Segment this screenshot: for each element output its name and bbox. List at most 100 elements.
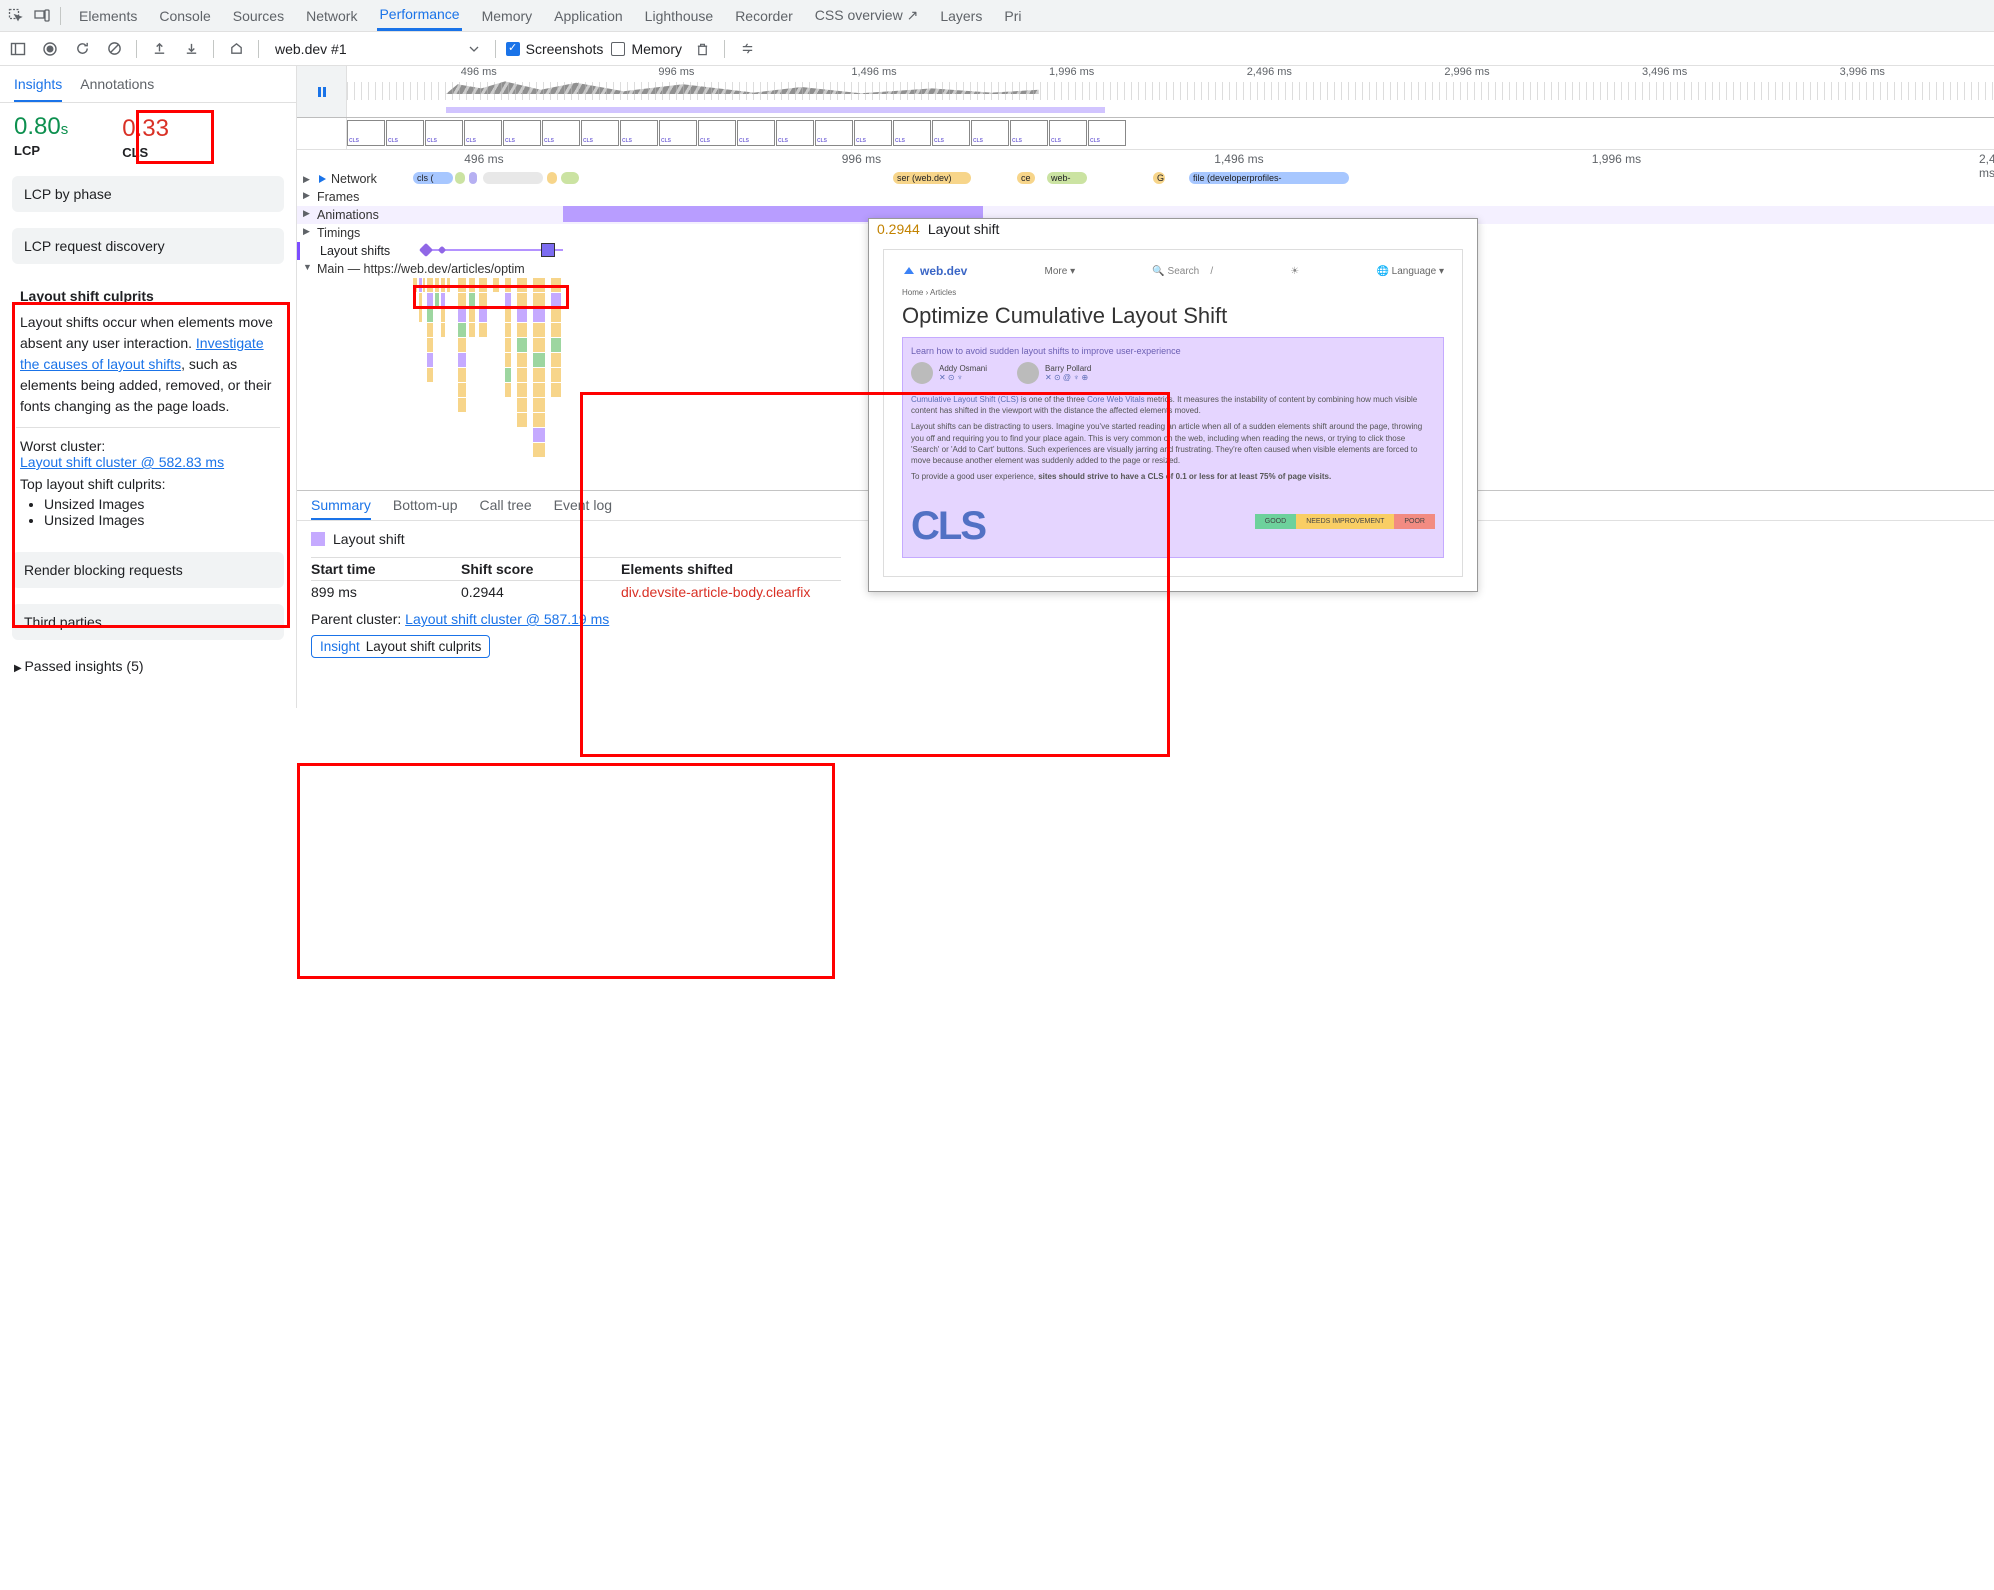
flame-ruler: 496 ms996 ms1,496 ms1,996 ms2,496 ms: [297, 150, 1994, 170]
panel-tab-console[interactable]: Console: [157, 0, 212, 31]
drawer-tab-bottom-up[interactable]: Bottom-up: [393, 497, 458, 520]
network-pill[interactable]: ser (web.dev): [893, 172, 971, 184]
filmstrip[interactable]: [297, 118, 1994, 150]
top-culprits-label: Top layout shift culprits:: [16, 476, 280, 492]
sidebar-tab-insights[interactable]: Insights: [14, 72, 62, 102]
filmstrip-thumb[interactable]: [1049, 120, 1087, 146]
metric-cls[interactable]: 0.33 CLS: [108, 113, 183, 164]
network-pill[interactable]: cls (: [413, 172, 453, 184]
filmstrip-thumb[interactable]: [1088, 120, 1126, 146]
shortcuts-icon[interactable]: [735, 37, 759, 61]
filmstrip-thumb[interactable]: [386, 120, 424, 146]
insight-lcp-by-phase[interactable]: LCP by phase: [12, 176, 284, 212]
panel-tab-performance[interactable]: Performance: [377, 0, 461, 31]
network-pill[interactable]: G: [1153, 172, 1165, 184]
layout-shift-selected[interactable]: [541, 243, 555, 257]
worst-cluster-label: Worst cluster:: [16, 438, 280, 454]
inspect-icon[interactable]: [4, 4, 28, 28]
overview-tick: 1,996 ms: [1049, 66, 1094, 78]
reload-record-icon[interactable]: [70, 37, 94, 61]
network-pill[interactable]: [547, 172, 557, 184]
recording-name: web.dev #1: [275, 41, 347, 57]
upload-icon[interactable]: [147, 37, 171, 61]
filmstrip-thumb[interactable]: [347, 120, 385, 146]
filmstrip-thumb[interactable]: [425, 120, 463, 146]
network-pill[interactable]: [483, 172, 543, 184]
screenshots-checkbox[interactable]: Screenshots: [506, 41, 604, 57]
checkbox-icon: [611, 42, 625, 56]
filmstrip-thumb[interactable]: [542, 120, 580, 146]
layout-shift-tooltip: 0.2944 Layout shift web.dev More ▾ 🔍 Sea…: [868, 218, 1478, 592]
parent-cluster-link[interactable]: Layout shift cluster @ 587.19 ms: [405, 611, 609, 627]
sidebar-tab-annotations[interactable]: Annotations: [80, 72, 154, 102]
panel-tab-css-overview-[interactable]: CSS overview ↗: [813, 0, 921, 31]
insight-third-parties[interactable]: Third parties: [12, 604, 284, 640]
panel-tab-memory[interactable]: Memory: [480, 0, 535, 31]
layout-shift-marker[interactable]: [419, 243, 433, 257]
filmstrip-thumb[interactable]: [815, 120, 853, 146]
filmstrip-thumb[interactable]: [737, 120, 775, 146]
track-network[interactable]: Network cls ( ser (web.dev) ce web- G fi…: [297, 170, 1994, 188]
tooltip-score: 0.2944: [877, 221, 920, 237]
filmstrip-thumb[interactable]: [776, 120, 814, 146]
network-pill[interactable]: [469, 172, 477, 184]
network-pill[interactable]: web-: [1047, 172, 1087, 184]
home-icon[interactable]: [224, 37, 248, 61]
play-icon: [317, 174, 327, 184]
filmstrip-thumb[interactable]: [503, 120, 541, 146]
filmstrip-thumb[interactable]: [932, 120, 970, 146]
insight-layout-shift-culprits: Layout shift culprits Layout shifts occu…: [12, 280, 284, 536]
download-icon[interactable]: [179, 37, 203, 61]
filmstrip-thumb[interactable]: [971, 120, 1009, 146]
drawer-tab-summary[interactable]: Summary: [311, 497, 371, 520]
network-pill[interactable]: ce: [1017, 172, 1035, 184]
timeline-overview[interactable]: 496 ms996 ms1,496 ms1,996 ms2,496 ms2,99…: [297, 66, 1994, 118]
passed-insights[interactable]: Passed insights (5): [0, 648, 296, 684]
filmstrip-thumb[interactable]: [620, 120, 658, 146]
filmstrip-thumb[interactable]: [1010, 120, 1048, 146]
clear-icon[interactable]: [102, 37, 126, 61]
panel-tab-application[interactable]: Application: [552, 0, 625, 31]
chevron-down-icon: [469, 44, 479, 54]
network-pill[interactable]: file (developerprofiles-: [1189, 172, 1349, 184]
gc-icon[interactable]: [690, 37, 714, 61]
panel-tab-network[interactable]: Network: [304, 0, 359, 31]
drawer-tab-event-log[interactable]: Event log: [554, 497, 612, 520]
shifted-element-link[interactable]: div.devsite-article-body.clearfix: [621, 584, 841, 600]
panel-tab-layers[interactable]: Layers: [938, 0, 984, 31]
network-pill[interactable]: [561, 172, 579, 184]
toggle-sidebar-icon[interactable]: [6, 37, 30, 61]
panel-tab-recorder[interactable]: Recorder: [733, 0, 795, 31]
metric-lcp[interactable]: 0.80s LCP: [14, 113, 68, 158]
pause-icon: [315, 85, 329, 99]
filmstrip-thumb[interactable]: [581, 120, 619, 146]
drawer-tab-call-tree[interactable]: Call tree: [480, 497, 532, 520]
panel-tab-lighthouse[interactable]: Lighthouse: [643, 0, 716, 31]
culprits-list: Unsized ImagesUnsized Images: [16, 496, 280, 528]
insight-lcp-request-discovery[interactable]: LCP request discovery: [12, 228, 284, 264]
filmstrip-thumb[interactable]: [698, 120, 736, 146]
filmstrip-thumb[interactable]: [464, 120, 502, 146]
panel-tab-sources[interactable]: Sources: [231, 0, 286, 31]
filmstrip-thumb[interactable]: [893, 120, 931, 146]
recording-selector[interactable]: web.dev #1: [269, 39, 485, 59]
tooltip-screenshot: web.dev More ▾ 🔍 Search / ☀ 🌐 Language ▾…: [883, 249, 1463, 577]
shifted-region: Learn how to avoid sudden layout shifts …: [902, 337, 1444, 558]
record-icon[interactable]: [38, 37, 62, 61]
device-toggle-icon[interactable]: [30, 4, 54, 28]
layout-shift-marker[interactable]: [438, 246, 446, 254]
panel-tab-elements[interactable]: Elements: [77, 0, 139, 31]
webdev-logo: web.dev: [902, 264, 967, 278]
insight-pill[interactable]: Insight Layout shift culprits: [311, 635, 490, 658]
checkbox-icon: [506, 42, 520, 56]
worst-cluster-link[interactable]: Layout shift cluster @ 582.83 ms: [20, 454, 224, 470]
memory-checkbox[interactable]: Memory: [611, 41, 682, 57]
panel-tab-pri[interactable]: Pri: [1002, 0, 1023, 31]
filmstrip-thumb[interactable]: [854, 120, 892, 146]
track-frames[interactable]: Frames: [297, 188, 1994, 206]
devtools-tab-strip: Elements Console Sources Network Performance…: [0, 0, 1994, 32]
network-pill[interactable]: [455, 172, 465, 184]
filmstrip-thumb[interactable]: [659, 120, 697, 146]
detail-values: 899 ms0.2944div.devsite-article-body.cle…: [311, 581, 841, 603]
insight-render-blocking[interactable]: Render blocking requests: [12, 552, 284, 588]
